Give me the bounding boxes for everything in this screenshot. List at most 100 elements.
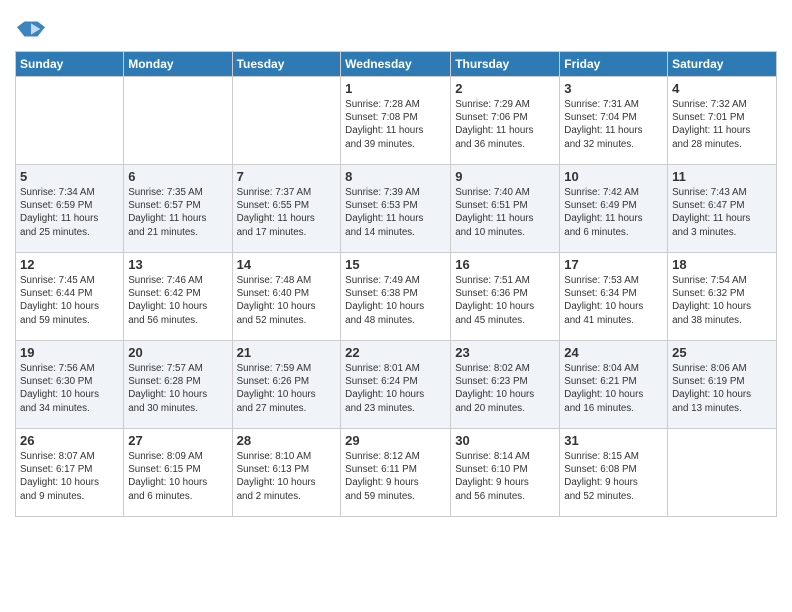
day-info: Sunrise: 7:40 AMSunset: 6:51 PMDaylight:…	[455, 186, 555, 239]
calendar-body: 1 Sunrise: 7:28 AMSunset: 7:08 PMDaylight…	[16, 77, 777, 517]
day-info: Sunrise: 8:09 AMSunset: 6:15 PMDaylight:…	[128, 450, 227, 503]
weekday-header-row: SundayMondayTuesdayWednesdayThursdayFrid…	[16, 52, 777, 77]
day-info: Sunrise: 8:12 AMSunset: 6:11 PMDaylight:…	[345, 450, 446, 503]
day-number: 14	[237, 257, 337, 272]
day-info: Sunrise: 7:35 AMSunset: 6:57 PMDaylight:…	[128, 186, 227, 239]
page-container: SundayMondayTuesdayWednesdayThursdayFrid…	[0, 0, 792, 527]
logo-text	[15, 15, 45, 43]
day-number: 22	[345, 345, 446, 360]
weekday-header-wednesday: Wednesday	[341, 52, 451, 77]
day-number: 5	[20, 169, 119, 184]
calendar-cell: 23Sunrise: 8:02 AMSunset: 6:23 PMDayligh…	[451, 341, 560, 429]
calendar-cell: 31 Sunrise: 8:15 AMSunset: 6:08 PMDayligh…	[560, 429, 668, 517]
calendar-cell: 27 Sunrise: 8:09 AMSunset: 6:15 PMDayligh…	[124, 429, 232, 517]
day-number: 28	[237, 433, 337, 448]
calendar-cell: 29 Sunrise: 8:12 AMSunset: 6:11 PMDayligh…	[341, 429, 451, 517]
calendar-cell: 10Sunrise: 7:42 AMSunset: 6:49 PMDayligh…	[560, 165, 668, 253]
calendar-cell: 22 Sunrise: 8:01 AMSunset: 6:24 PMDayligh…	[341, 341, 451, 429]
day-number: 21	[237, 345, 337, 360]
calendar-cell: 9 Sunrise: 7:40 AMSunset: 6:51 PMDaylight…	[451, 165, 560, 253]
calendar-cell: 16 Sunrise: 7:51 AMSunset: 6:36 PMDayligh…	[451, 253, 560, 341]
day-info: Sunrise: 7:39 AMSunset: 6:53 PMDaylight:…	[345, 186, 446, 239]
day-info: Sunrise: 7:32 AMSunset: 7:01 PMDaylight:…	[672, 98, 772, 151]
calendar-week-2: 5 Sunrise: 7:34 AMSunset: 6:59 PMDaylight…	[16, 165, 777, 253]
calendar-cell: 11 Sunrise: 7:43 AMSunset: 6:47 PMDayligh…	[668, 165, 777, 253]
day-info: Sunrise: 7:54 AMSunset: 6:32 PMDaylight:…	[672, 274, 772, 327]
day-info: Sunrise: 7:57 AMSunset: 6:28 PMDaylight:…	[128, 362, 227, 415]
day-info: Sunrise: 7:43 AMSunset: 6:47 PMDaylight:…	[672, 186, 772, 239]
day-number: 29	[345, 433, 446, 448]
calendar-cell	[124, 77, 232, 165]
weekday-header-tuesday: Tuesday	[232, 52, 341, 77]
day-info: Sunrise: 7:51 AMSunset: 6:36 PMDaylight:…	[455, 274, 555, 327]
day-number: 7	[237, 169, 337, 184]
day-info: Sunrise: 7:37 AMSunset: 6:55 PMDaylight:…	[237, 186, 337, 239]
calendar-cell: 5 Sunrise: 7:34 AMSunset: 6:59 PMDaylight…	[16, 165, 124, 253]
day-info: Sunrise: 8:02 AMSunset: 6:23 PMDaylight:…	[455, 362, 555, 415]
calendar-cell: 18 Sunrise: 7:54 AMSunset: 6:32 PMDayligh…	[668, 253, 777, 341]
day-number: 31	[564, 433, 663, 448]
day-number: 11	[672, 169, 772, 184]
day-number: 20	[128, 345, 227, 360]
calendar-table: SundayMondayTuesdayWednesdayThursdayFrid…	[15, 51, 777, 517]
day-number: 3	[564, 81, 663, 96]
day-info: Sunrise: 7:49 AMSunset: 6:38 PMDaylight:…	[345, 274, 446, 327]
calendar-cell: 25 Sunrise: 8:06 AMSunset: 6:19 PMDayligh…	[668, 341, 777, 429]
day-number: 16	[455, 257, 555, 272]
calendar-cell: 19 Sunrise: 7:56 AMSunset: 6:30 PMDayligh…	[16, 341, 124, 429]
day-number: 2	[455, 81, 555, 96]
day-number: 27	[128, 433, 227, 448]
calendar-week-4: 19 Sunrise: 7:56 AMSunset: 6:30 PMDayligh…	[16, 341, 777, 429]
calendar-cell: 20 Sunrise: 7:57 AMSunset: 6:28 PMDayligh…	[124, 341, 232, 429]
day-number: 12	[20, 257, 119, 272]
calendar-cell: 24Sunrise: 8:04 AMSunset: 6:21 PMDayligh…	[560, 341, 668, 429]
day-number: 10	[564, 169, 663, 184]
day-number: 25	[672, 345, 772, 360]
day-number: 17	[564, 257, 663, 272]
day-number: 6	[128, 169, 227, 184]
day-info: Sunrise: 8:06 AMSunset: 6:19 PMDaylight:…	[672, 362, 772, 415]
day-number: 18	[672, 257, 772, 272]
day-number: 26	[20, 433, 119, 448]
day-info: Sunrise: 7:28 AMSunset: 7:08 PMDaylight:…	[345, 98, 446, 151]
day-number: 9	[455, 169, 555, 184]
calendar-week-1: 1 Sunrise: 7:28 AMSunset: 7:08 PMDaylight…	[16, 77, 777, 165]
day-info: Sunrise: 8:14 AMSunset: 6:10 PMDaylight:…	[455, 450, 555, 503]
day-info: Sunrise: 7:34 AMSunset: 6:59 PMDaylight:…	[20, 186, 119, 239]
day-number: 15	[345, 257, 446, 272]
day-info: Sunrise: 7:56 AMSunset: 6:30 PMDaylight:…	[20, 362, 119, 415]
calendar-cell: 13Sunrise: 7:46 AMSunset: 6:42 PMDayligh…	[124, 253, 232, 341]
day-number: 19	[20, 345, 119, 360]
day-info: Sunrise: 8:01 AMSunset: 6:24 PMDaylight:…	[345, 362, 446, 415]
calendar-week-3: 12Sunrise: 7:45 AMSunset: 6:44 PMDayligh…	[16, 253, 777, 341]
calendar-cell: 4 Sunrise: 7:32 AMSunset: 7:01 PMDaylight…	[668, 77, 777, 165]
calendar-cell: 28 Sunrise: 8:10 AMSunset: 6:13 PMDayligh…	[232, 429, 341, 517]
calendar-cell: 12Sunrise: 7:45 AMSunset: 6:44 PMDayligh…	[16, 253, 124, 341]
day-number: 4	[672, 81, 772, 96]
logo	[15, 15, 47, 43]
calendar-cell	[668, 429, 777, 517]
calendar-cell: 7 Sunrise: 7:37 AMSunset: 6:55 PMDaylight…	[232, 165, 341, 253]
calendar-cell: 2Sunrise: 7:29 AMSunset: 7:06 PMDaylight…	[451, 77, 560, 165]
weekday-header-sunday: Sunday	[16, 52, 124, 77]
calendar-cell: 6 Sunrise: 7:35 AMSunset: 6:57 PMDaylight…	[124, 165, 232, 253]
weekday-header-saturday: Saturday	[668, 52, 777, 77]
day-number: 1	[345, 81, 446, 96]
calendar-cell: 30 Sunrise: 8:14 AMSunset: 6:10 PMDayligh…	[451, 429, 560, 517]
day-info: Sunrise: 7:53 AMSunset: 6:34 PMDaylight:…	[564, 274, 663, 327]
calendar-header: SundayMondayTuesdayWednesdayThursdayFrid…	[16, 52, 777, 77]
day-info: Sunrise: 7:46 AMSunset: 6:42 PMDaylight:…	[128, 274, 227, 327]
calendar-cell: 3 Sunrise: 7:31 AMSunset: 7:04 PMDaylight…	[560, 77, 668, 165]
day-number: 30	[455, 433, 555, 448]
calendar-cell: 17 Sunrise: 7:53 AMSunset: 6:34 PMDayligh…	[560, 253, 668, 341]
calendar-cell: 15 Sunrise: 7:49 AMSunset: 6:38 PMDayligh…	[341, 253, 451, 341]
day-info: Sunrise: 7:59 AMSunset: 6:26 PMDaylight:…	[237, 362, 337, 415]
weekday-header-thursday: Thursday	[451, 52, 560, 77]
day-info: Sunrise: 8:10 AMSunset: 6:13 PMDaylight:…	[237, 450, 337, 503]
weekday-header-friday: Friday	[560, 52, 668, 77]
day-info: Sunrise: 7:31 AMSunset: 7:04 PMDaylight:…	[564, 98, 663, 151]
day-info: Sunrise: 8:15 AMSunset: 6:08 PMDaylight:…	[564, 450, 663, 503]
day-info: Sunrise: 8:04 AMSunset: 6:21 PMDaylight:…	[564, 362, 663, 415]
logo-icon	[17, 15, 45, 43]
day-info: Sunrise: 7:48 AMSunset: 6:40 PMDaylight:…	[237, 274, 337, 327]
